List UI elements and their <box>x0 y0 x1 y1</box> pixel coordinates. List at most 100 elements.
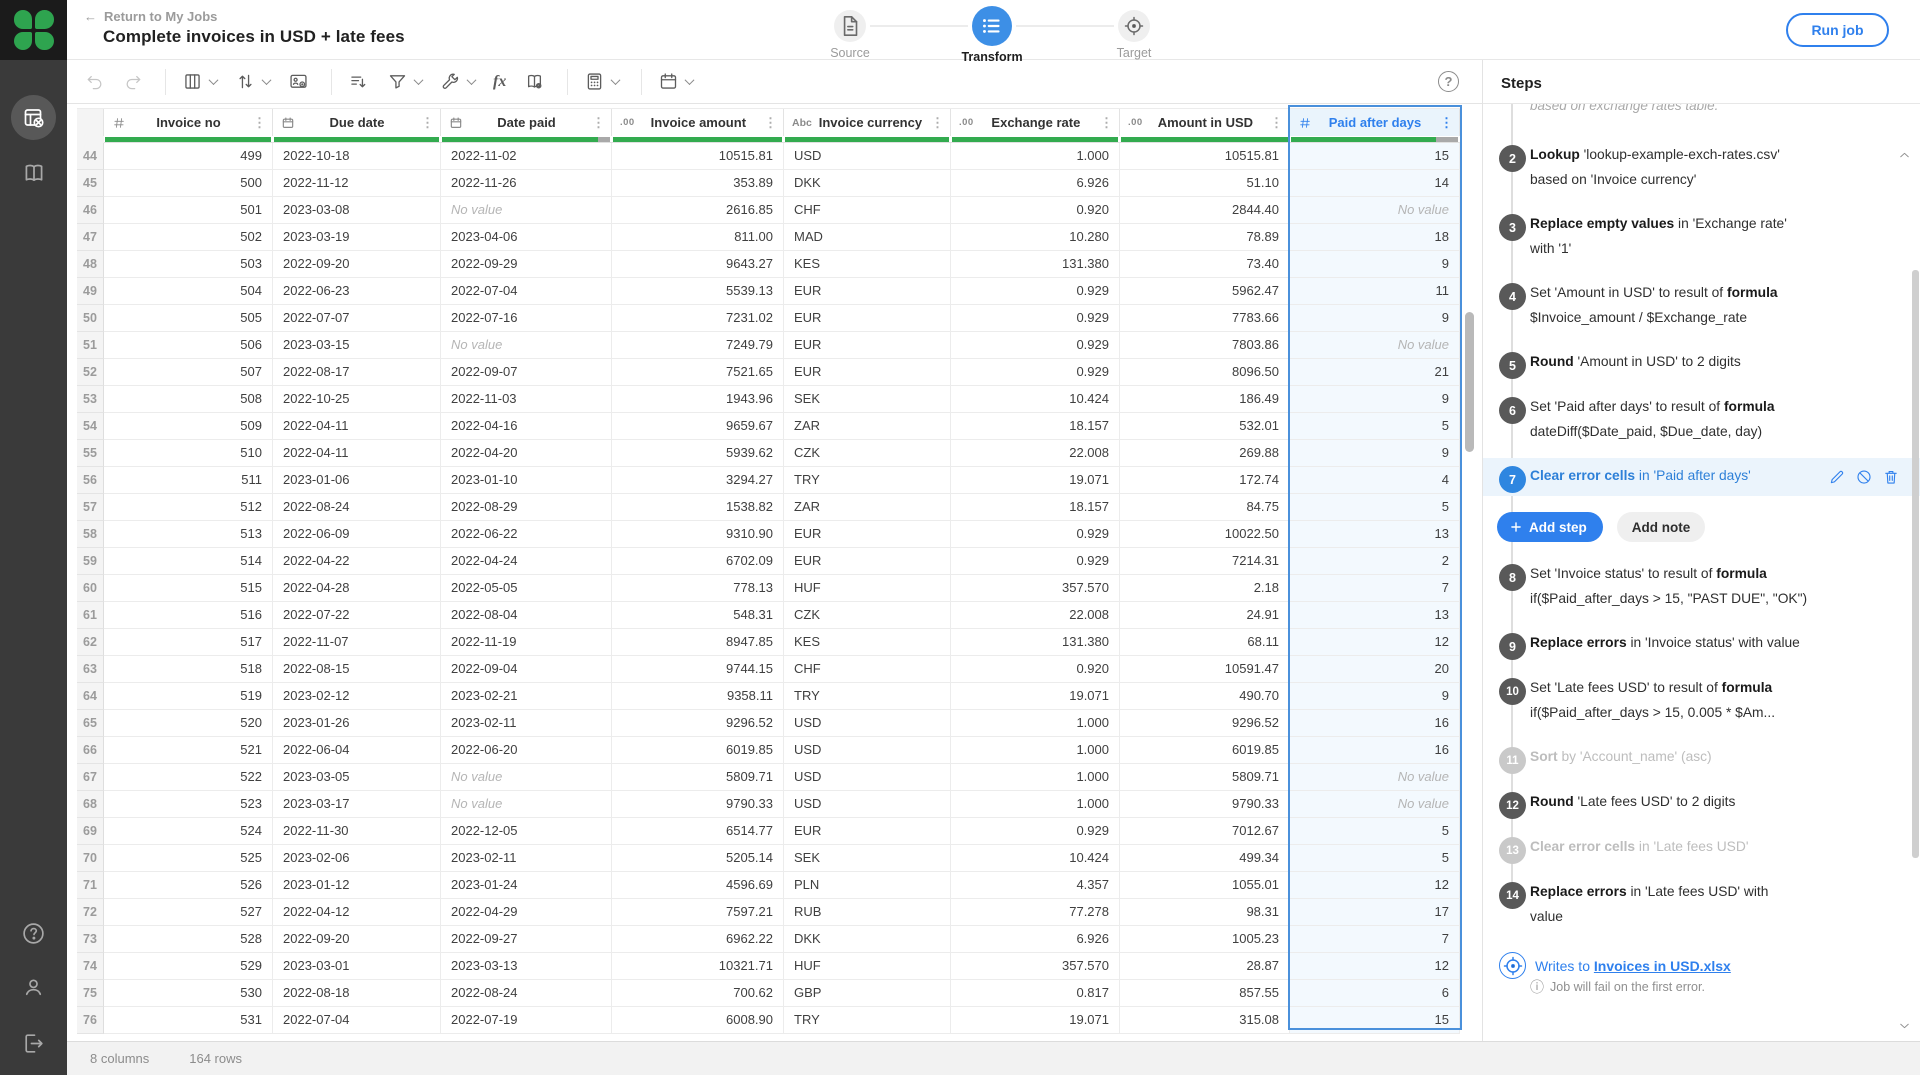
cell-due_date[interactable]: 2022-06-23 <box>273 278 441 305</box>
row-number[interactable]: 74 <box>77 953 104 980</box>
cell-date_paid[interactable]: 2022-09-27 <box>441 926 612 953</box>
step-number-badge[interactable]: 8 <box>1499 564 1526 591</box>
cell-amount_usd[interactable]: 2.18 <box>1120 575 1290 602</box>
cell-invoice_currency[interactable]: USD <box>784 764 951 791</box>
cell-due_date[interactable]: 2022-08-15 <box>273 656 441 683</box>
cell-invoice_no[interactable]: 524 <box>104 818 273 845</box>
row-number[interactable]: 46 <box>77 197 104 224</box>
row-number[interactable]: 55 <box>77 440 104 467</box>
cell-exchange_rate[interactable]: 1.000 <box>951 791 1120 818</box>
cell-invoice_currency[interactable]: EUR <box>784 332 951 359</box>
step-number-badge[interactable]: 6 <box>1499 397 1526 424</box>
column-menu-icon[interactable]: ⋮ <box>1268 115 1285 131</box>
cell-paid_after_days[interactable]: 5 <box>1290 413 1460 440</box>
formula-fx-icon[interactable]: fx <box>493 73 506 91</box>
cell-invoice_no[interactable]: 521 <box>104 737 273 764</box>
cell-due_date[interactable]: 2022-04-11 <box>273 413 441 440</box>
cell-invoice_amount[interactable]: 778.13 <box>612 575 784 602</box>
library-book-icon[interactable] <box>0 160 67 186</box>
row-number[interactable]: 45 <box>77 170 104 197</box>
row-number[interactable]: 52 <box>77 359 104 386</box>
cell-paid_after_days[interactable]: 2 <box>1290 548 1460 575</box>
column-menu-icon[interactable]: ⋮ <box>1438 115 1455 131</box>
cell-exchange_rate[interactable]: 22.008 <box>951 440 1120 467</box>
cell-invoice_amount[interactable]: 7231.02 <box>612 305 784 332</box>
cell-invoice_currency[interactable]: EUR <box>784 278 951 305</box>
cell-amount_usd[interactable]: 78.89 <box>1120 224 1290 251</box>
cell-date_paid[interactable]: No value <box>441 332 612 359</box>
cell-due_date[interactable]: 2022-04-11 <box>273 440 441 467</box>
cell-paid_after_days[interactable]: 16 <box>1290 710 1460 737</box>
cell-date_paid[interactable]: 2022-12-05 <box>441 818 612 845</box>
calculator-icon[interactable] <box>584 71 619 92</box>
cell-paid_after_days[interactable]: 14 <box>1290 170 1460 197</box>
column-menu-icon[interactable]: ⋮ <box>251 115 268 131</box>
cell-exchange_rate[interactable]: 19.071 <box>951 1007 1120 1034</box>
cell-amount_usd[interactable]: 172.74 <box>1120 467 1290 494</box>
cell-amount_usd[interactable]: 1005.23 <box>1120 926 1290 953</box>
scroll-up-icon[interactable] <box>1897 148 1912 168</box>
cell-invoice_currency[interactable]: MAD <box>784 224 951 251</box>
cell-invoice_currency[interactable]: HUF <box>784 575 951 602</box>
cell-invoice_currency[interactable]: PLN <box>784 872 951 899</box>
cell-invoice_amount[interactable]: 9310.90 <box>612 521 784 548</box>
app-logo[interactable] <box>0 0 67 60</box>
cell-exchange_rate[interactable]: 0.920 <box>951 197 1120 224</box>
cell-invoice_amount[interactable]: 5539.13 <box>612 278 784 305</box>
cell-invoice_no[interactable]: 508 <box>104 386 273 413</box>
cell-amount_usd[interactable]: 7783.66 <box>1120 305 1290 332</box>
cell-date_paid[interactable]: 2023-01-10 <box>441 467 612 494</box>
cell-exchange_rate[interactable]: 77.278 <box>951 899 1120 926</box>
cell-amount_usd[interactable]: 10022.50 <box>1120 521 1290 548</box>
cell-date_paid[interactable]: 2022-07-19 <box>441 1007 612 1034</box>
row-number[interactable]: 66 <box>77 737 104 764</box>
step-description[interactable]: Set 'Paid after days' to result of formu… <box>1530 395 1882 444</box>
cell-amount_usd[interactable]: 315.08 <box>1120 1007 1290 1034</box>
cell-date_paid[interactable]: 2022-11-03 <box>441 386 612 413</box>
cell-paid_after_days[interactable]: 7 <box>1290 575 1460 602</box>
cell-invoice_amount[interactable]: 4596.69 <box>612 872 784 899</box>
row-number[interactable]: 44 <box>77 143 104 170</box>
cell-date_paid[interactable]: 2022-11-26 <box>441 170 612 197</box>
cell-amount_usd[interactable]: 68.11 <box>1120 629 1290 656</box>
cell-exchange_rate[interactable]: 131.380 <box>951 629 1120 656</box>
cell-invoice_no[interactable]: 523 <box>104 791 273 818</box>
cell-exchange_rate[interactable]: 0.920 <box>951 656 1120 683</box>
book-lookup-icon[interactable] <box>524 71 545 92</box>
cell-exchange_rate[interactable]: 18.157 <box>951 494 1120 521</box>
row-number[interactable]: 69 <box>77 818 104 845</box>
step-description[interactable]: Set 'Invoice status' to result of formul… <box>1530 562 1882 611</box>
cell-invoice_currency[interactable]: CZK <box>784 440 951 467</box>
cell-invoice_currency[interactable]: EUR <box>784 818 951 845</box>
row-number[interactable]: 58 <box>77 521 104 548</box>
cell-invoice_currency[interactable]: RUB <box>784 899 951 926</box>
cell-exchange_rate[interactable]: 0.929 <box>951 548 1120 575</box>
step-number-badge[interactable]: 5 <box>1499 352 1526 379</box>
cell-paid_after_days[interactable]: 9 <box>1290 251 1460 278</box>
cell-invoice_no[interactable]: 501 <box>104 197 273 224</box>
cell-exchange_rate[interactable]: 0.929 <box>951 332 1120 359</box>
cell-paid_after_days[interactable]: 16 <box>1290 737 1460 764</box>
cell-invoice_no[interactable]: 510 <box>104 440 273 467</box>
cell-invoice_currency[interactable]: USD <box>784 710 951 737</box>
column-header-due_date[interactable]: Due date ⋮ <box>273 109 441 136</box>
cell-invoice_amount[interactable]: 353.89 <box>612 170 784 197</box>
cell-date_paid[interactable]: 2022-08-29 <box>441 494 612 521</box>
cell-paid_after_days[interactable]: 9 <box>1290 683 1460 710</box>
cell-invoice_amount[interactable]: 5809.71 <box>612 764 784 791</box>
cell-date_paid[interactable]: 2022-07-16 <box>441 305 612 332</box>
cell-exchange_rate[interactable]: 357.570 <box>951 575 1120 602</box>
cell-paid_after_days[interactable]: No value <box>1290 791 1460 818</box>
cell-invoice_currency[interactable]: CZK <box>784 602 951 629</box>
row-number[interactable]: 59 <box>77 548 104 575</box>
row-number[interactable]: 50 <box>77 305 104 332</box>
cell-invoice_amount[interactable]: 6702.09 <box>612 548 784 575</box>
cell-invoice_currency[interactable]: USD <box>784 143 951 170</box>
cell-invoice_amount[interactable]: 3294.27 <box>612 467 784 494</box>
cell-amount_usd[interactable]: 84.75 <box>1120 494 1290 521</box>
cell-paid_after_days[interactable]: 15 <box>1290 143 1460 170</box>
cell-invoice_amount[interactable]: 9744.15 <box>612 656 784 683</box>
cell-paid_after_days[interactable]: 21 <box>1290 359 1460 386</box>
cell-exchange_rate[interactable]: 10.424 <box>951 386 1120 413</box>
row-number[interactable]: 63 <box>77 656 104 683</box>
